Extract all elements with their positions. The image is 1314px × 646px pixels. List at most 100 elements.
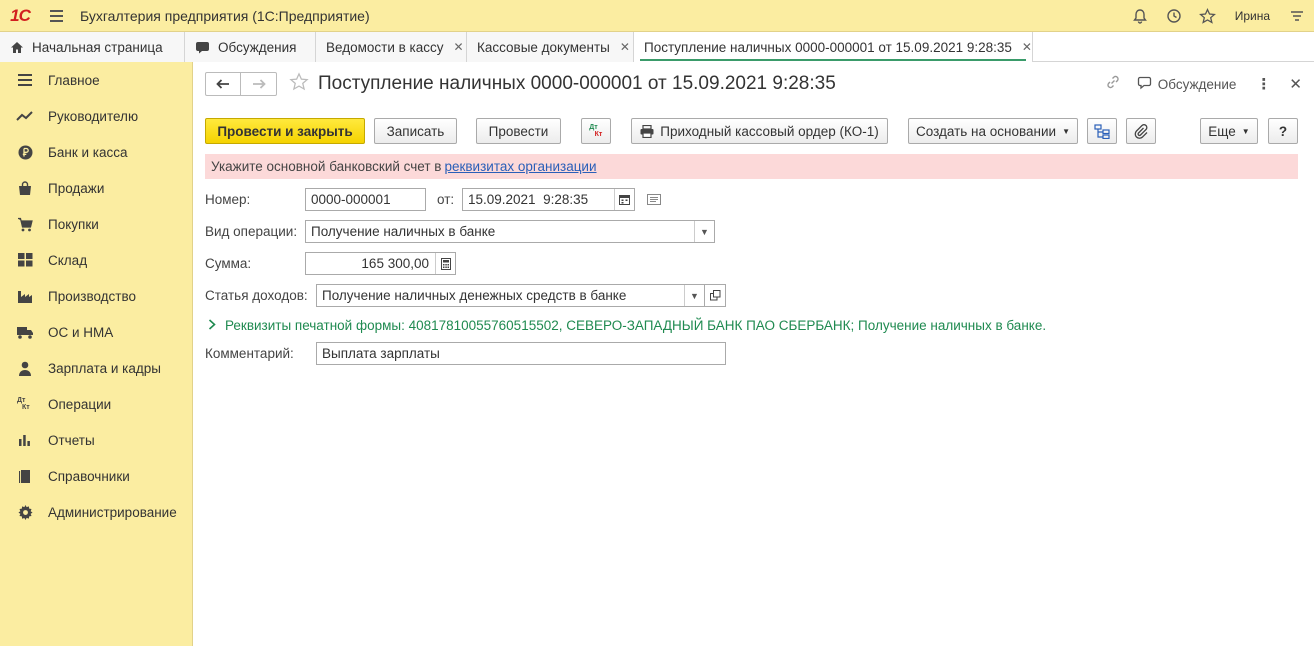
sum-value: 165 300,00	[361, 256, 429, 271]
chevron-down-icon[interactable]: ▼	[684, 285, 704, 306]
operation-type-value: Получение наличных в банке	[311, 224, 496, 239]
warning-banner: Укажите основной банковский счет в рекви…	[205, 154, 1298, 179]
more-label: Еще	[1208, 123, 1236, 139]
shopping-bag-icon	[16, 180, 34, 196]
date-field[interactable]: 15.09.2021 9:28:35	[462, 188, 635, 211]
sidebar-item-salary-hr[interactable]: Зарплата и кадры	[0, 350, 192, 386]
command-bar: Провести и закрыть Записать Провести Дт …	[205, 118, 1303, 144]
tab-bar: Начальная страница Обсуждения Ведомости …	[0, 32, 1314, 62]
date-value: 15.09.2021 9:28:35	[468, 192, 589, 207]
sidebar-item-operations[interactable]: Дт Кт Операции	[0, 386, 192, 422]
comment-field[interactable]: Выплата зарплаты	[316, 342, 726, 365]
tab-cash-receipt[interactable]: Поступление наличных 0000-000001 от 15.0…	[634, 32, 1033, 62]
gear-icon	[16, 504, 34, 520]
date-label: от:	[437, 192, 455, 207]
discussion-label: Обсуждение	[1157, 76, 1237, 92]
tab-label: Поступление наличных 0000-000001 от 15.0…	[644, 39, 1012, 55]
sidebar-item-label: Покупки	[48, 216, 99, 232]
truck-icon	[16, 324, 34, 340]
structure-button[interactable]	[1087, 118, 1117, 144]
link-icon[interactable]	[1105, 74, 1121, 94]
bar-chart-icon	[16, 432, 34, 448]
sidebar-item-directories[interactable]: Справочники	[0, 458, 192, 494]
sidebar-item-sales[interactable]: Продажи	[0, 170, 192, 206]
dt-kt-icon: Дт Кт	[17, 397, 30, 411]
calculator-icon[interactable]	[435, 253, 455, 274]
post-button[interactable]: Провести	[476, 118, 561, 144]
tab-cash-docs[interactable]: Кассовые документы ✕	[467, 32, 634, 62]
sidebar-item-administration[interactable]: Администрирование	[0, 494, 192, 530]
hierarchy-icon	[1094, 123, 1110, 139]
sidebar-item-production[interactable]: Производство	[0, 278, 192, 314]
settings-menu-icon[interactable]	[1280, 0, 1314, 32]
star-icon[interactable]	[1191, 0, 1225, 32]
warning-text: Укажите основной банковский счет в	[211, 159, 442, 174]
post-and-close-button[interactable]: Провести и закрыть	[205, 118, 365, 144]
menu-lines-icon	[16, 72, 34, 88]
app-logo[interactable]: 1С	[0, 0, 40, 32]
discussion-button[interactable]: Обсуждение	[1137, 76, 1237, 93]
forward-button[interactable]	[241, 72, 277, 96]
sum-field[interactable]: 165 300,00	[305, 252, 456, 275]
sidebar: Главное Руководителю Банк и касса Продаж…	[0, 62, 193, 646]
favorite-star-icon[interactable]	[289, 72, 309, 98]
sidebar-item-reports[interactable]: Отчеты	[0, 422, 192, 458]
close-icon[interactable]: ✕	[454, 40, 464, 54]
create-based-on-button[interactable]: Создать на основании ▼	[908, 118, 1078, 144]
open-income-item-button[interactable]	[704, 284, 726, 307]
tab-label: Ведомости в кассу	[326, 39, 444, 55]
sidebar-item-label: Производство	[48, 288, 137, 304]
sidebar-item-label: Отчеты	[48, 432, 95, 448]
tab-discussions[interactable]: Обсуждения	[185, 32, 316, 62]
sidebar-item-label: Банк и касса	[48, 144, 128, 160]
chevron-down-icon[interactable]: ▼	[694, 221, 714, 242]
help-button[interactable]: ?	[1268, 118, 1298, 144]
tab-vedomosti[interactable]: Ведомости в кассу ✕	[316, 32, 467, 62]
print-cash-order-label: Приходный кассовый ордер (КО-1)	[660, 123, 879, 139]
back-button[interactable]	[205, 72, 241, 96]
print-cash-order-button[interactable]: Приходный кассовый ордер (КО-1)	[631, 118, 888, 144]
home-icon	[10, 41, 24, 54]
sidebar-item-label: Администрирование	[48, 504, 177, 520]
sidebar-item-manager[interactable]: Руководителю	[0, 98, 192, 134]
title-bar: 1С Бухгалтерия предприятия (1С:Предприят…	[0, 0, 1314, 32]
number-field[interactable]: 0000-000001	[305, 188, 426, 211]
sidebar-item-warehouse[interactable]: Склад	[0, 242, 192, 278]
memo-icon[interactable]	[647, 194, 661, 205]
close-icon[interactable]: ✕	[1022, 40, 1032, 54]
more-button[interactable]: Еще ▼	[1200, 118, 1258, 144]
open-window-icon	[709, 290, 721, 301]
close-icon[interactable]: ✕	[1289, 75, 1302, 93]
income-item-select[interactable]: Получение наличных денежных средств в ба…	[316, 284, 705, 307]
sidebar-item-fixed-assets[interactable]: ОС и НМА	[0, 314, 192, 350]
operation-type-select[interactable]: Получение наличных в банке ▼	[305, 220, 715, 243]
number-value: 0000-000001	[311, 192, 391, 207]
trend-chart-icon	[16, 108, 34, 124]
calendar-icon[interactable]	[614, 189, 634, 210]
sidebar-item-label: Продажи	[48, 180, 105, 196]
sidebar-item-purchases[interactable]: Покупки	[0, 206, 192, 242]
user-name[interactable]: Ирина	[1225, 9, 1280, 23]
sidebar-item-main[interactable]: Главное	[0, 62, 192, 98]
print-details-expander[interactable]: Реквизиты печатной формы: 40817810055760…	[208, 317, 1046, 333]
main-menu-icon[interactable]	[40, 0, 72, 32]
print-details-text: Реквизиты печатной формы: 40817810055760…	[225, 317, 1047, 333]
bell-icon[interactable]	[1123, 0, 1157, 32]
org-details-link[interactable]: реквизитах организации	[444, 159, 596, 174]
person-icon	[16, 360, 34, 376]
sidebar-item-bank-cash[interactable]: Банк и касса	[0, 134, 192, 170]
page-title: Поступление наличных 0000-000001 от 15.0…	[318, 73, 836, 94]
attach-button[interactable]	[1126, 118, 1156, 144]
book-icon	[16, 468, 34, 484]
more-vertical-icon[interactable]: ⋮	[1256, 75, 1271, 93]
operation-type-label: Вид операции:	[205, 224, 298, 239]
sidebar-item-label: Главное	[48, 72, 100, 88]
close-icon[interactable]: ✕	[620, 40, 630, 54]
dt-kt-button[interactable]: Дт Кт	[581, 118, 611, 144]
tab-home[interactable]: Начальная страница	[0, 32, 185, 62]
chat-icon	[1137, 76, 1152, 93]
save-button[interactable]: Записать	[374, 118, 457, 144]
cart-icon	[16, 216, 34, 232]
history-icon[interactable]	[1157, 0, 1191, 32]
factory-icon	[16, 288, 34, 304]
